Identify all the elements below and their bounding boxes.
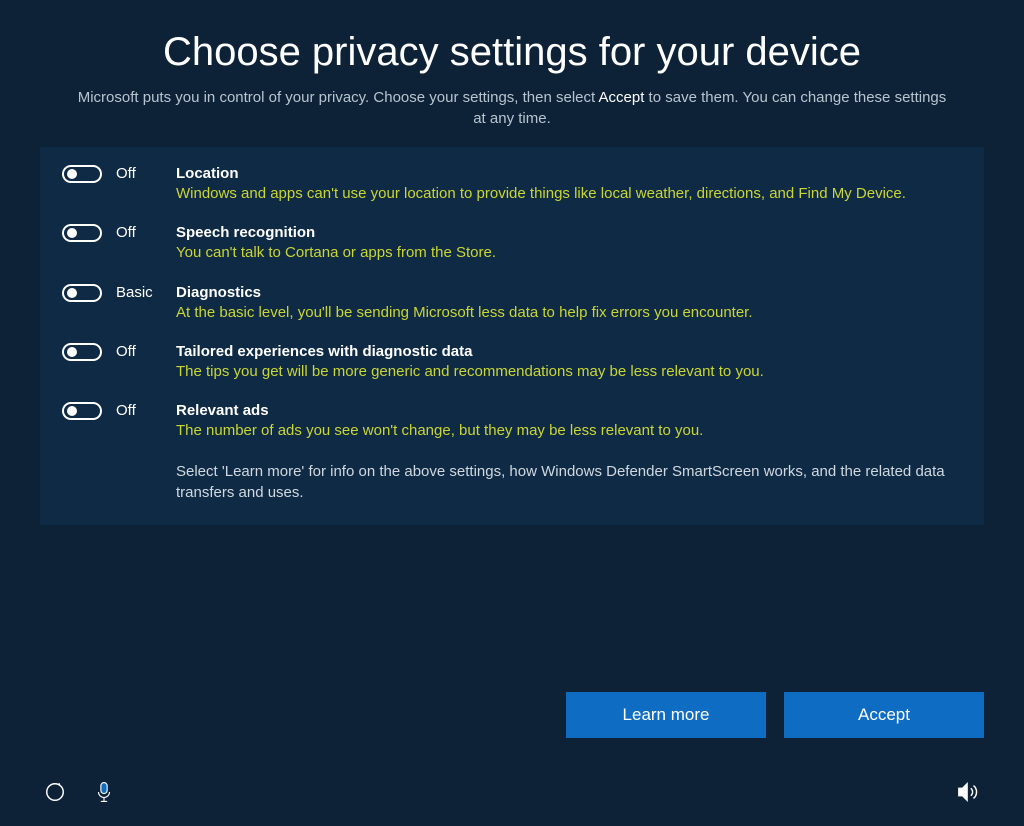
page-subtitle: Microsoft puts you in control of your pr… <box>40 87 984 129</box>
toggle-location[interactable] <box>62 165 102 183</box>
setting-desc: At the basic level, you'll be sending Mi… <box>176 303 962 323</box>
setting-title: Location <box>176 165 962 182</box>
subtitle-part-a: Microsoft puts you in control of your pr… <box>78 89 599 106</box>
setting-row-location: Off Location Windows and apps can't use … <box>62 165 962 204</box>
toggle-state-label: Off <box>116 343 176 361</box>
toggle-state-label: Off <box>116 224 176 242</box>
setting-title: Relevant ads <box>176 402 962 419</box>
toggle-state-label: Off <box>116 402 176 420</box>
toggle-speech[interactable] <box>62 224 102 242</box>
microphone-icon[interactable] <box>94 781 114 808</box>
ease-of-access-icon[interactable] <box>44 781 66 808</box>
setting-row-ads: Off Relevant ads The number of ads you s… <box>62 402 962 441</box>
toggle-state-label: Off <box>116 165 176 183</box>
setting-desc: You can't talk to Cortana or apps from t… <box>176 243 962 263</box>
bottom-bar <box>0 762 1024 826</box>
setting-title: Speech recognition <box>176 224 962 241</box>
setting-row-diagnostics: Basic Diagnostics At the basic level, yo… <box>62 284 962 323</box>
setting-desc: The tips you get will be more generic an… <box>176 362 962 382</box>
settings-panel: Off Location Windows and apps can't use … <box>40 147 984 525</box>
button-row: Learn more Accept <box>566 692 984 738</box>
learn-more-button[interactable]: Learn more <box>566 692 766 738</box>
toggle-diagnostics[interactable] <box>62 284 102 302</box>
volume-icon[interactable] <box>956 781 980 808</box>
footer-note: Select 'Learn more' for info on the abov… <box>176 461 962 503</box>
page-title: Choose privacy settings for your device <box>40 30 984 75</box>
setting-row-tailored: Off Tailored experiences with diagnostic… <box>62 343 962 382</box>
setting-row-speech: Off Speech recognition You can't talk to… <box>62 224 962 263</box>
setting-title: Diagnostics <box>176 284 962 301</box>
toggle-tailored[interactable] <box>62 343 102 361</box>
setting-title: Tailored experiences with diagnostic dat… <box>176 343 962 360</box>
toggle-state-label: Basic <box>116 284 176 302</box>
setting-desc: The number of ads you see won't change, … <box>176 421 962 441</box>
toggle-ads[interactable] <box>62 402 102 420</box>
accept-button[interactable]: Accept <box>784 692 984 738</box>
subtitle-accept-word: Accept <box>599 89 645 106</box>
setting-desc: Windows and apps can't use your location… <box>176 184 962 204</box>
